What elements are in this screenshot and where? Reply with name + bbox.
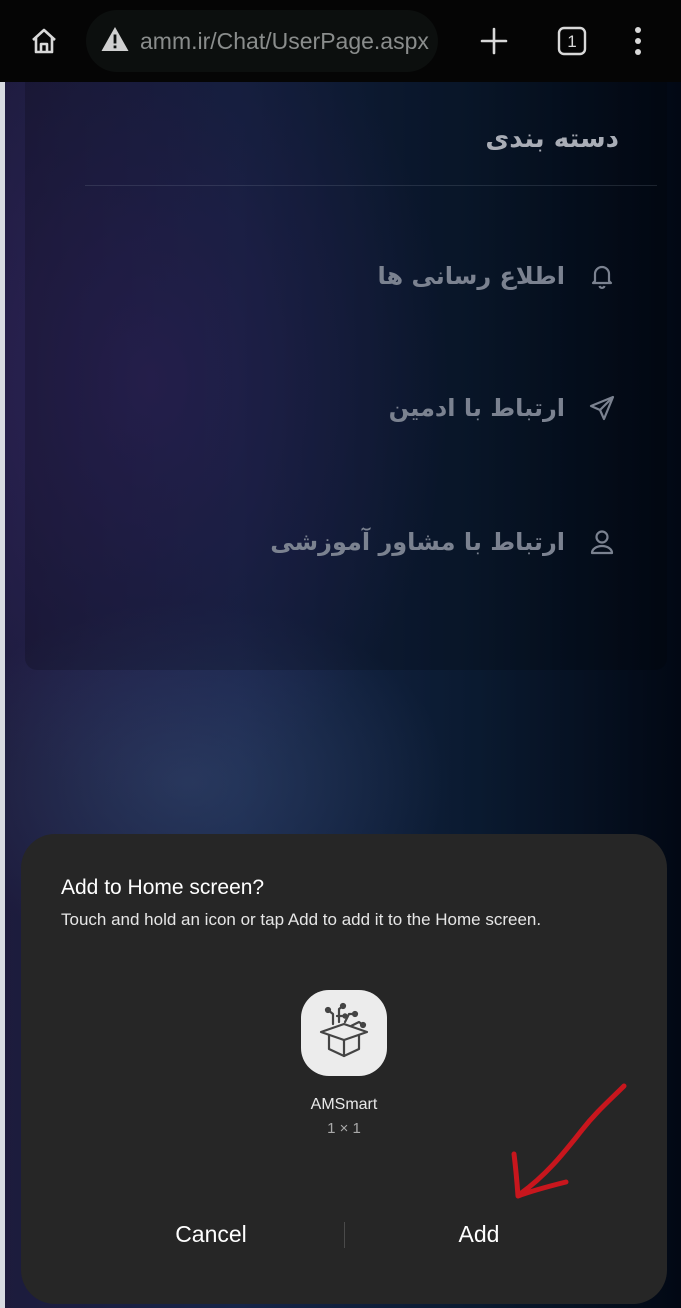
url-text[interactable]: amm.ir/Chat/UserPage.aspx	[140, 28, 429, 55]
tabs-icon[interactable]: 1	[552, 21, 592, 61]
send-icon	[587, 393, 617, 423]
dialog-title: Add to Home screen?	[61, 876, 265, 899]
menu-item-label: اطلاع رسانی ها	[377, 262, 565, 290]
add-to-home-dialog: Add to Home screen? Touch and hold an ic…	[21, 834, 667, 1304]
menu-item-label: ارتباط با مشاور آموزشی	[270, 528, 565, 556]
tab-count: 1	[567, 32, 576, 51]
button-divider	[344, 1222, 345, 1248]
menu-item-contact-admin[interactable]: ارتباط با ادمین	[389, 388, 617, 428]
app-name: AMSmart	[310, 1096, 378, 1113]
edge-strip	[0, 82, 5, 1308]
app-shortcut-icon[interactable]	[301, 990, 387, 1076]
annotation-arrow-icon	[511, 1083, 627, 1199]
menu-title: دسته بندی	[485, 124, 619, 154]
cancel-button[interactable]: Cancel	[91, 1206, 331, 1262]
menu-item-notifications[interactable]: اطلاع رسانی ها	[377, 256, 617, 296]
bell-icon	[587, 261, 617, 291]
home-icon[interactable]	[24, 21, 64, 61]
menu-item-contact-advisor[interactable]: ارتباط با مشاور آموزشی	[270, 522, 617, 562]
circuit-cap-icon	[319, 1002, 369, 1058]
browser-toolbar: amm.ir/Chat/UserPage.aspx 1	[0, 0, 681, 82]
dialog-description: Touch and hold an icon or tap Add to add…	[61, 910, 542, 929]
menu-item-label: ارتباط با ادمین	[388, 394, 565, 422]
add-button[interactable]: Add	[359, 1206, 599, 1262]
warning-icon[interactable]	[100, 25, 130, 57]
widget-size: 1 × 1	[327, 1120, 361, 1137]
more-vert-icon[interactable]	[618, 21, 658, 61]
category-menu: دسته بندی اطلاع رسانی ها ارتباط با ادمین	[25, 82, 667, 670]
menu-divider	[85, 185, 657, 186]
address-bar[interactable]: amm.ir/Chat/UserPage.aspx	[86, 10, 438, 72]
user-icon	[587, 527, 617, 557]
plus-icon[interactable]	[474, 21, 514, 61]
